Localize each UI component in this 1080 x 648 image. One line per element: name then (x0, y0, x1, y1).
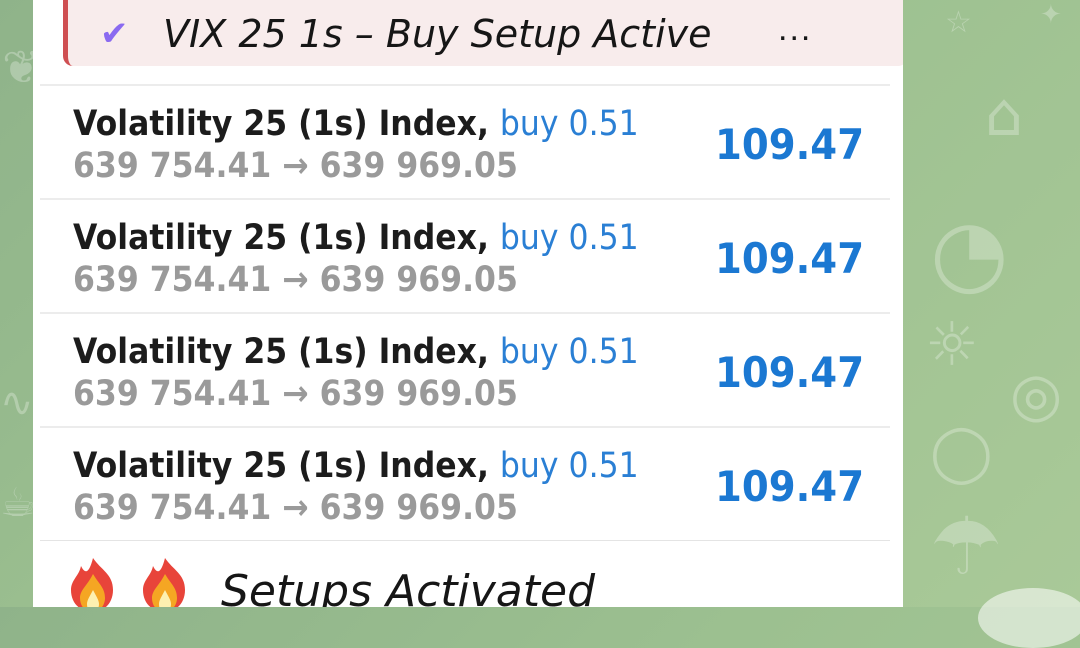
trade-side: buy 0.51 (499, 446, 639, 486)
footer-message: Setups Activated (63, 548, 883, 607)
fire-icon (143, 558, 185, 607)
trade-row: Volatility 25 (1s) Index, buy 0.51 639 7… (40, 426, 890, 541)
check-icon: ✔ (100, 14, 129, 54)
trade-row: Volatility 25 (1s) Index, buy 0.51 639 7… (40, 312, 890, 427)
swirl-doodle-icon: ∿ (0, 380, 34, 426)
lightbulb-doodle-icon: ☼ (925, 310, 979, 380)
lollipop-doodle-icon: ◎ (1010, 360, 1063, 430)
reply-title: VIX 25 1s – Buy Setup Active (163, 12, 712, 56)
footer-label: Setups Activated (221, 566, 595, 607)
trade-prices: 639 754.41 → 639 969.05 (73, 374, 518, 414)
gift-doodle-icon: ⌂ (985, 80, 1024, 150)
scroll-down-button[interactable] (978, 588, 1080, 648)
trade-row: Volatility 25 (1s) Index, buy 0.51 639 7… (40, 198, 890, 313)
reply-preview[interactable]: ✔ VIX 25 1s – Buy Setup Active ... (63, 0, 903, 66)
trade-side: buy 0.51 (499, 332, 639, 372)
trade-instrument: Volatility 25 (1s) Index, buy 0.51 (73, 218, 639, 258)
reply-more: ... (778, 10, 813, 48)
ball-doodle-icon: ◯ (930, 420, 993, 485)
pizza-doodle-icon: ◔ (930, 200, 1009, 305)
trade-profit: 109.47 (714, 234, 864, 283)
trade-prices: 639 754.41 → 639 969.05 (73, 146, 518, 186)
trade-side: buy 0.51 (499, 218, 639, 258)
star-doodle-icon: ☆ (945, 5, 972, 40)
fire-icon (71, 558, 113, 607)
trade-profit: 109.47 (714, 120, 864, 169)
umbrella-doodle-icon: ☂ (930, 500, 1002, 593)
trade-prices: 639 754.41 → 639 969.05 (73, 260, 518, 300)
cup-doodle-icon: ☕ (0, 480, 36, 526)
star-doodle-icon: ✦ (1040, 0, 1062, 30)
message-bubble: ✔ VIX 25 1s – Buy Setup Active ... Volat… (33, 0, 903, 607)
trade-profit: 109.47 (714, 348, 864, 397)
trade-instrument: Volatility 25 (1s) Index, buy 0.51 (73, 446, 639, 486)
trade-profit: 109.47 (714, 462, 864, 511)
trade-instrument: Volatility 25 (1s) Index, buy 0.51 (73, 332, 639, 372)
trade-side: buy 0.51 (499, 104, 639, 144)
trade-prices: 639 754.41 → 639 969.05 (73, 488, 518, 528)
trade-row: Volatility 25 (1s) Index, buy 0.51 639 7… (40, 84, 890, 199)
trade-instrument: Volatility 25 (1s) Index, buy 0.51 (73, 104, 639, 144)
